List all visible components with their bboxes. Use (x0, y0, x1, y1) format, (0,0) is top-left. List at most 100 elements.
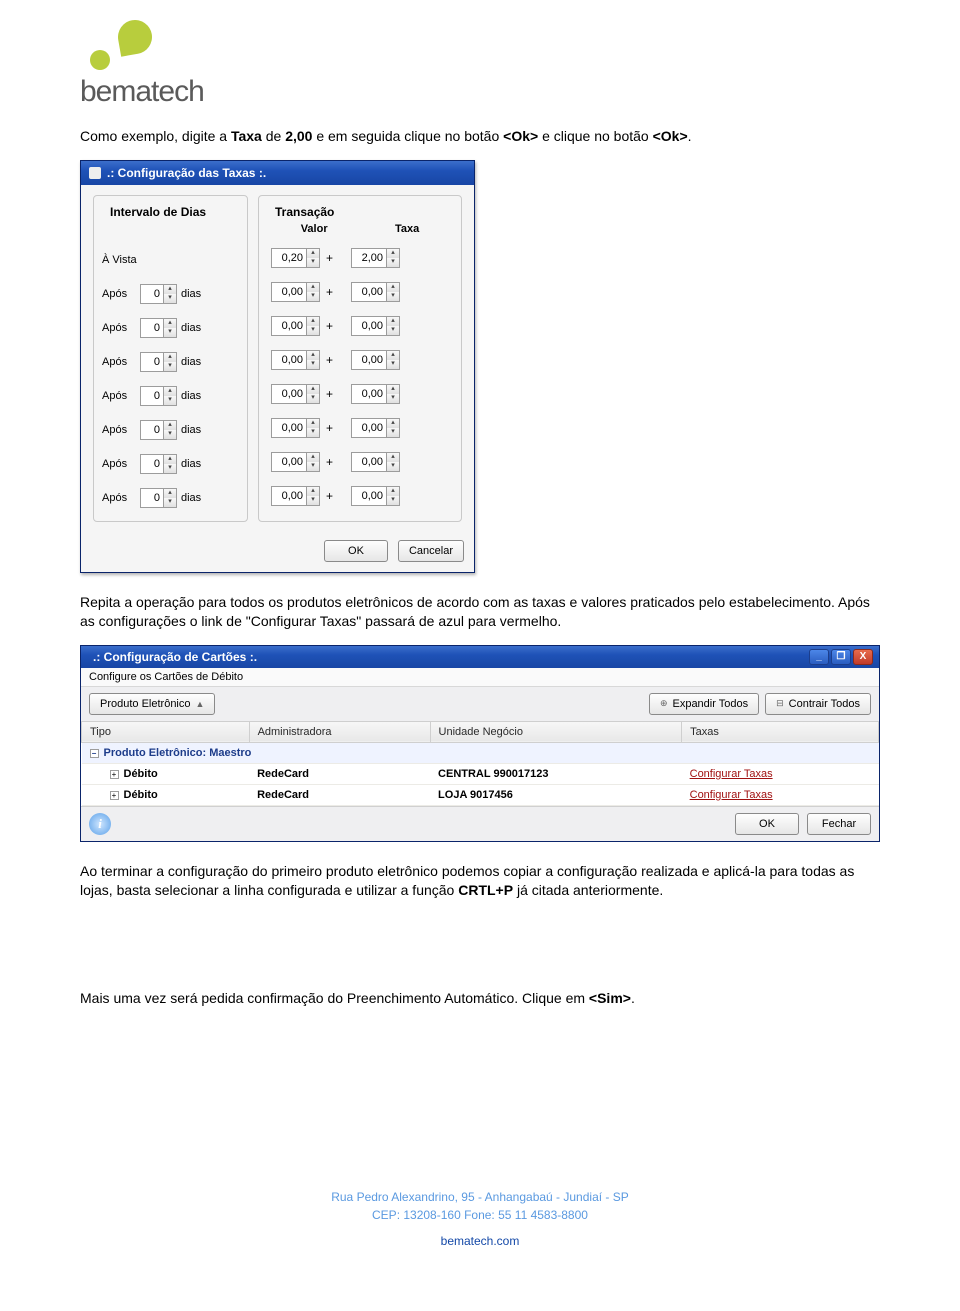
spinner-input[interactable]: 0,00 ▴ ▾ (351, 316, 400, 336)
collapse-icon[interactable]: − (90, 749, 99, 758)
transaction-row: 0,00 ▴ ▾ + 0,00 ▴ ▾ (267, 275, 453, 309)
spinner-down-icon[interactable]: ▾ (306, 292, 319, 301)
spinner-down-icon[interactable]: ▾ (386, 326, 399, 335)
spinner-input[interactable]: 0,00 ▴ ▾ (271, 384, 320, 404)
spinner-input[interactable]: 0,00 ▴ ▾ (351, 486, 400, 506)
spinner-up-icon[interactable]: ▴ (163, 421, 176, 430)
table-group-row[interactable]: −Produto Eletrônico: Maestro (82, 742, 879, 763)
spinner-down-icon[interactable]: ▾ (163, 430, 176, 439)
spinner-up-icon[interactable]: ▴ (306, 283, 319, 292)
spinner-down-icon[interactable]: ▾ (163, 498, 176, 507)
spinner-up-icon[interactable]: ▴ (163, 285, 176, 294)
spinner-input[interactable]: 0 ▴ ▾ (140, 284, 177, 304)
table-row[interactable]: +Débito RedeCard CENTRAL 990017123 Confi… (82, 763, 879, 784)
interval-panel: Intervalo de Dias À VistaApós 0 ▴ ▾ dias… (93, 195, 248, 522)
spinner-input[interactable]: 0 ▴ ▾ (140, 352, 177, 372)
spinner-input[interactable]: 0,00 ▴ ▾ (271, 486, 320, 506)
th-taxas[interactable]: Taxas (682, 721, 879, 742)
spinner-up-icon[interactable]: ▴ (306, 453, 319, 462)
spinner-input[interactable]: 0 ▴ ▾ (140, 454, 177, 474)
spinner-up-icon[interactable]: ▴ (306, 487, 319, 496)
spinner-down-icon[interactable]: ▾ (386, 292, 399, 301)
cards-ok-button[interactable]: OK (735, 813, 799, 835)
info-icon[interactable]: i (89, 813, 111, 835)
spinner-up-icon[interactable]: ▴ (163, 387, 176, 396)
spinner-input[interactable]: 0 ▴ ▾ (140, 386, 177, 406)
spinner-up-icon[interactable]: ▴ (386, 385, 399, 394)
close-button[interactable]: X (853, 649, 873, 665)
spinner-input[interactable]: 0,00 ▴ ▾ (271, 282, 320, 302)
ok-button[interactable]: OK (324, 540, 388, 562)
spinner-down-icon[interactable]: ▾ (163, 396, 176, 405)
cell-tipo: Débito (124, 789, 158, 801)
th-admin[interactable]: Administradora (249, 721, 430, 742)
spinner-input[interactable]: 0,00 ▴ ▾ (351, 350, 400, 370)
spinner-up-icon[interactable]: ▴ (386, 317, 399, 326)
spinner-down-icon[interactable]: ▾ (306, 428, 319, 437)
spinner-down-icon[interactable]: ▾ (386, 360, 399, 369)
spinner-up-icon[interactable]: ▴ (163, 489, 176, 498)
spinner-up-icon[interactable]: ▴ (163, 353, 176, 362)
expand-all-button[interactable]: ⊕Expandir Todos (649, 693, 759, 715)
spinner-down-icon[interactable]: ▾ (306, 360, 319, 369)
spinner-up-icon[interactable]: ▴ (386, 283, 399, 292)
spinner-input[interactable]: 0 ▴ ▾ (140, 488, 177, 508)
spinner-down-icon[interactable]: ▾ (163, 362, 176, 371)
spinner-input[interactable]: 0,00 ▴ ▾ (351, 418, 400, 438)
cancel-button[interactable]: Cancelar (398, 540, 464, 562)
spinner-input[interactable]: 0,00 ▴ ▾ (351, 384, 400, 404)
spinner-input[interactable]: 0,20 ▴ ▾ (271, 248, 320, 268)
spinner-down-icon[interactable]: ▾ (163, 294, 176, 303)
expand-icon[interactable]: + (110, 770, 119, 779)
spinner-up-icon[interactable]: ▴ (306, 249, 319, 258)
spinner-down-icon[interactable]: ▾ (386, 496, 399, 505)
spinner-input[interactable]: 0,00 ▴ ▾ (351, 452, 400, 472)
spinner-down-icon[interactable]: ▾ (306, 496, 319, 505)
table-row[interactable]: +Débito RedeCard LOJA 9017456 Configurar… (82, 784, 879, 805)
expand-icon[interactable]: + (110, 791, 119, 800)
spinner-up-icon[interactable]: ▴ (386, 351, 399, 360)
spinner-up-icon[interactable]: ▴ (386, 487, 399, 496)
spinner-input[interactable]: 0,00 ▴ ▾ (351, 282, 400, 302)
spinner-up-icon[interactable]: ▴ (306, 351, 319, 360)
spinner-input[interactable]: 0 ▴ ▾ (140, 318, 177, 338)
cards-close-button[interactable]: Fechar (807, 813, 871, 835)
spinner-down-icon[interactable]: ▾ (306, 258, 319, 267)
spinner-down-icon[interactable]: ▾ (386, 462, 399, 471)
spinner-up-icon[interactable]: ▴ (163, 319, 176, 328)
spinner-up-icon[interactable]: ▴ (386, 249, 399, 258)
spinner-up-icon[interactable]: ▴ (386, 419, 399, 428)
logo-shape-small (90, 50, 110, 70)
spinner-down-icon[interactable]: ▾ (386, 428, 399, 437)
spinner-input[interactable]: 0,00 ▴ ▾ (271, 418, 320, 438)
spinner-up-icon[interactable]: ▴ (306, 317, 319, 326)
cards-dialog-title: .: Configuração de Cartões :. (93, 650, 257, 664)
cards-dialog-titlebar[interactable]: .: Configuração de Cartões :. _ ❐ X (81, 646, 879, 668)
spinner-down-icon[interactable]: ▾ (163, 328, 176, 337)
spinner-up-icon[interactable]: ▴ (163, 455, 176, 464)
spinner-input[interactable]: 0 ▴ ▾ (140, 420, 177, 440)
restore-button[interactable]: ❐ (831, 649, 851, 665)
spinner-down-icon[interactable]: ▾ (306, 394, 319, 403)
spinner-down-icon[interactable]: ▾ (306, 462, 319, 471)
minimize-button[interactable]: _ (809, 649, 829, 665)
spinner-down-icon[interactable]: ▾ (163, 464, 176, 473)
row-label: Após (102, 390, 140, 402)
spinner-up-icon[interactable]: ▴ (386, 453, 399, 462)
spinner-input[interactable]: 2,00 ▴ ▾ (351, 248, 400, 268)
spinner-down-icon[interactable]: ▾ (386, 258, 399, 267)
product-group-button[interactable]: Produto Eletrônico▲ (89, 693, 215, 715)
th-unidade[interactable]: Unidade Negócio (430, 721, 682, 742)
th-tipo[interactable]: Tipo (82, 721, 250, 742)
spinner-down-icon[interactable]: ▾ (306, 326, 319, 335)
spinner-up-icon[interactable]: ▴ (306, 385, 319, 394)
spinner-down-icon[interactable]: ▾ (386, 394, 399, 403)
spinner-input[interactable]: 0,00 ▴ ▾ (271, 452, 320, 472)
taxes-dialog-titlebar[interactable]: .: Configuração das Taxas :. (81, 161, 474, 185)
configure-taxes-link[interactable]: Configurar Taxas (690, 789, 773, 801)
spinner-up-icon[interactable]: ▴ (306, 419, 319, 428)
configure-taxes-link[interactable]: Configurar Taxas (690, 768, 773, 780)
spinner-input[interactable]: 0,00 ▴ ▾ (271, 316, 320, 336)
spinner-input[interactable]: 0,00 ▴ ▾ (271, 350, 320, 370)
collapse-all-button[interactable]: ⊟Contrair Todos (765, 693, 871, 715)
